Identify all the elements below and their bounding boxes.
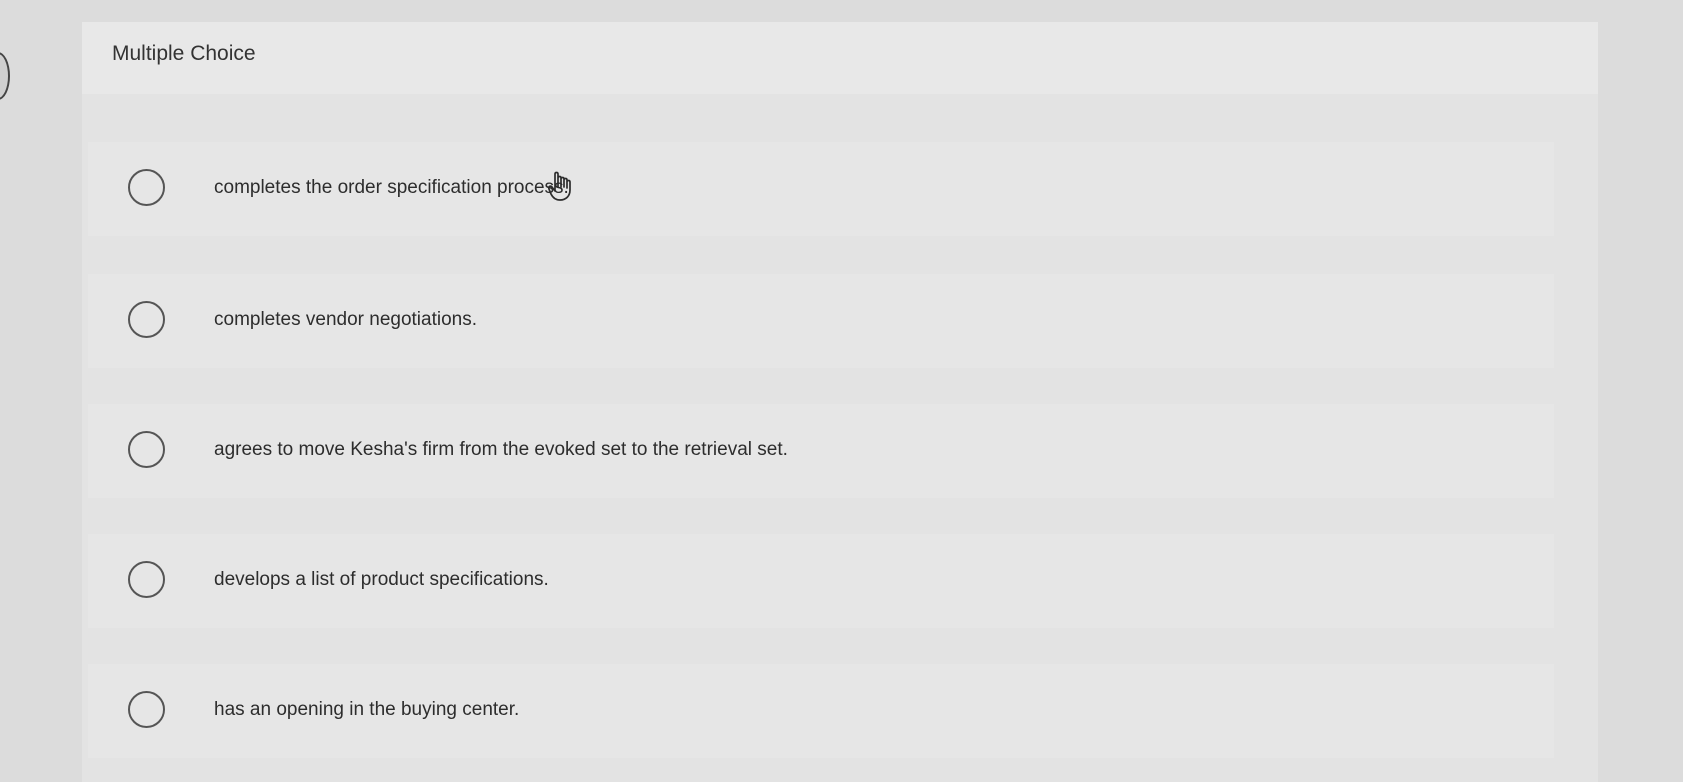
choice-label-1[interactable]: completes the order specification proces… (214, 177, 569, 199)
choice-item-2[interactable]: completes vendor negotiations. (88, 274, 1554, 368)
left-edge-handle[interactable] (0, 52, 10, 100)
choice-label-2[interactable]: completes vendor negotiations. (214, 309, 477, 331)
panel-header: Multiple Choice (82, 22, 1598, 94)
choice-item-1[interactable]: completes the order specification proces… (88, 142, 1554, 236)
choice-item-3[interactable]: agrees to move Kesha's firm from the evo… (88, 404, 1554, 498)
choice-label-5[interactable]: has an opening in the buying center. (214, 699, 519, 721)
radio-circle-icon[interactable] (128, 431, 165, 468)
question-panel: Multiple Choice completes the order spec… (82, 22, 1598, 782)
choice-item-5[interactable]: has an opening in the buying center. (88, 664, 1554, 758)
radio-circle-icon[interactable] (128, 169, 165, 206)
hand-pointer-icon (547, 170, 576, 204)
radio-circle-icon[interactable] (128, 691, 165, 728)
radio-circle-icon[interactable] (128, 561, 165, 598)
radio-circle-icon[interactable] (128, 301, 165, 338)
question-type-title: Multiple Choice (112, 42, 256, 65)
choice-label-3[interactable]: agrees to move Kesha's firm from the evo… (214, 439, 788, 461)
choice-label-4[interactable]: develops a list of product specification… (214, 569, 549, 591)
choice-item-4[interactable]: develops a list of product specification… (88, 534, 1554, 628)
